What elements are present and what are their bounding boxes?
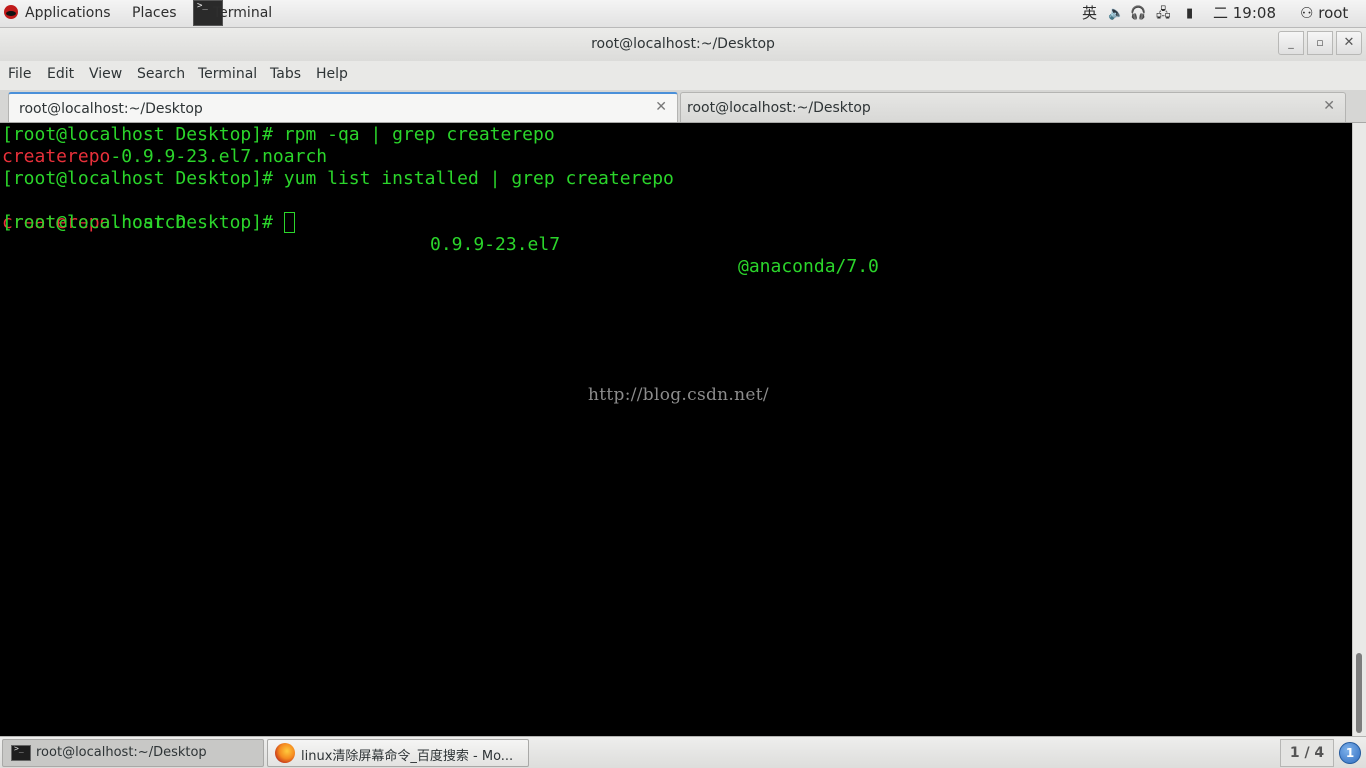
menu-file[interactable]: File: [8, 66, 31, 82]
notification-badge[interactable]: 1: [1339, 742, 1361, 764]
menu-edit[interactable]: Edit: [47, 66, 74, 82]
workspace-switcher[interactable]: 1 / 4: [1280, 739, 1334, 767]
maximize-button[interactable]: ▫: [1307, 31, 1333, 55]
menu-search[interactable]: Search: [137, 66, 185, 82]
tab-label: root@localhost:~/Desktop: [19, 101, 203, 117]
user-icon: ⚇: [1300, 4, 1314, 22]
command: yum list installed | grep createrepo: [283, 168, 674, 189]
tab-label: root@localhost:~/Desktop: [687, 100, 871, 116]
text-cursor: [283, 212, 295, 233]
prompt: [root@localhost Desktop]#: [2, 212, 284, 233]
terminal-line: createrepo-0.9.9-23.el7.noarch: [2, 146, 327, 168]
network-icon[interactable]: 🖧: [1156, 0, 1171, 27]
command: rpm -qa | grep createrepo: [283, 124, 555, 145]
terminal-line: [root@localhost Desktop]#: [2, 212, 295, 234]
terminal-screen[interactable]: [root@localhost Desktop]# rpm -qa | grep…: [0, 123, 1352, 736]
menubar: File Edit View Search Terminal Tabs Help: [0, 61, 1366, 90]
terminal-line: [root@localhost Desktop]# rpm -qa | grep…: [2, 124, 555, 146]
terminal-line: createrepo.noarch 0.9.9-23.el7 @anaconda…: [2, 190, 1002, 277]
places-menu[interactable]: Places: [132, 0, 177, 27]
taskbar-item-label: root@localhost:~/Desktop: [36, 745, 207, 760]
input-method-indicator[interactable]: 英: [1082, 0, 1097, 27]
user-menu[interactable]: ⚇ root: [1300, 0, 1348, 27]
window-titlebar[interactable]: root@localhost:~/Desktop _ ▫ ✕: [0, 28, 1366, 61]
minimize-button[interactable]: _: [1278, 31, 1304, 55]
menu-help[interactable]: Help: [316, 66, 348, 82]
grep-match: createrepo: [2, 146, 111, 167]
top-panel: Applications Places Terminal 英 🔈 🎧 🖧 ▮ 二…: [0, 0, 1366, 28]
applications-label: Applications: [25, 5, 111, 21]
taskbar-item-terminal[interactable]: root@localhost:~/Desktop: [2, 739, 264, 767]
output-text: -0.9.9-23.el7.noarch: [110, 146, 328, 167]
taskbar-item-firefox[interactable]: linux清除屏幕命令_百度搜索 - Mo...: [267, 739, 529, 767]
terminal-launcher-label: Terminal: [213, 5, 273, 21]
headset-icon[interactable]: 🎧: [1130, 0, 1146, 27]
menu-terminal[interactable]: Terminal: [198, 66, 257, 82]
terminal-launcher[interactable]: Terminal: [192, 0, 272, 27]
user-name: root: [1318, 4, 1349, 22]
battery-icon[interactable]: ▮: [1186, 0, 1193, 27]
tab-close-icon[interactable]: ✕: [655, 99, 667, 115]
terminal-line: [root@localhost Desktop]# yum list insta…: [2, 168, 674, 190]
clock[interactable]: 二 19:08: [1213, 0, 1276, 27]
fedora-logo-icon: [4, 5, 18, 19]
applications-menu[interactable]: Applications: [4, 0, 111, 27]
tab-root-desktop-2[interactable]: root@localhost:~/Desktop ✕: [680, 92, 1346, 122]
package-version: 0.9.9-23.el7: [430, 234, 561, 255]
firefox-icon: [275, 743, 295, 763]
volume-icon[interactable]: 🔈: [1108, 0, 1124, 27]
prompt: [root@localhost Desktop]#: [2, 124, 284, 145]
bottom-taskbar: root@localhost:~/Desktop linux清除屏幕命令_百度搜…: [0, 736, 1366, 768]
menu-tabs[interactable]: Tabs: [270, 66, 301, 82]
menu-view[interactable]: View: [89, 66, 122, 82]
terminal-scrollbar[interactable]: [1352, 123, 1366, 736]
terminal-icon: [11, 744, 31, 761]
tab-close-icon[interactable]: ✕: [1323, 98, 1335, 114]
prompt: [root@localhost Desktop]#: [2, 168, 284, 189]
tab-bar: root@localhost:~/Desktop ✕ root@localhos…: [0, 90, 1366, 123]
watermark: http://blog.csdn.net/: [588, 385, 769, 405]
scrollbar-thumb[interactable]: [1356, 653, 1362, 733]
close-window-button[interactable]: ✕: [1336, 31, 1362, 55]
window-title: root@localhost:~/Desktop: [591, 36, 775, 52]
package-repo: @anaconda/7.0: [738, 256, 879, 277]
taskbar-item-label: linux清除屏幕命令_百度搜索 - Mo...: [301, 749, 514, 764]
tab-root-desktop-1[interactable]: root@localhost:~/Desktop ✕: [8, 92, 678, 122]
